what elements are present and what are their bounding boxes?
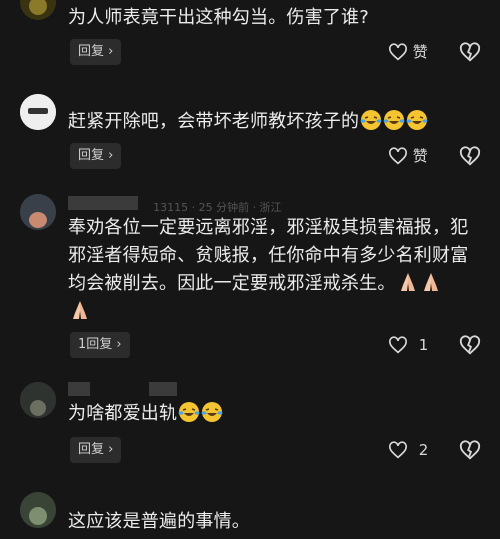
laughing-crying-emoji [178,402,200,422]
reply-label: 1回复 [78,337,113,352]
heart-outline-icon [389,336,407,354]
comment-item: 为啥都爱出轨 回复 › 2 [0,378,500,478]
reply-label: 回复 [78,148,105,163]
comment-body: 赶紧开除吧，会带坏老师教坏孩子的 [68,111,360,132]
like-button[interactable]: 赞 [388,40,428,64]
comment-text: 赶紧开除吧，会带坏老师教坏孩子的 [68,108,473,136]
comment-body: 为啥都爱出轨 [68,403,178,424]
heart-outline-icon [389,441,407,459]
laughing-crying-emoji [406,110,428,130]
avatar-image-icon [20,94,56,130]
comment-item: 这应该是普遍的事情。 [0,492,500,539]
avatar[interactable] [20,382,56,418]
like-count: 1 [418,336,429,354]
avatar-image-icon [20,382,56,418]
avatar[interactable] [20,0,56,20]
like-label: 赞 [412,43,428,61]
comment-text: 奉劝各位一定要远离邪淫，邪淫极其损害福报，犯 邪淫者得短命、贫贱报，任你命中有多… [68,214,473,326]
praying-hands-emoji [423,273,438,291]
reply-label: 回复 [78,44,105,59]
comment-line: 奉劝各位一定要远离邪淫，邪淫极其损害福报，犯 [68,217,469,238]
like-button[interactable]: 2 [388,438,428,462]
comment-body: 这应该是普遍的事情。 [68,511,250,532]
like-button[interactable]: 赞 [388,144,428,168]
comment-line: 邪淫者得短命、贫贱报，任你命中有多少名利财富 [68,245,469,266]
comment-item: 赶紧开除吧，会带坏老师教坏孩子的 回复 › 赞 [0,92,500,182]
reply-button[interactable]: 回复 › [70,437,122,463]
broken-heart-icon[interactable] [459,334,481,356]
chevron-right-icon: › [116,337,122,352]
avatar[interactable] [20,94,56,130]
laughing-crying-emoji [383,110,405,130]
praying-hands-emoji [73,301,87,319]
avatar-image-icon [20,0,56,20]
broken-heart-icon[interactable] [459,145,481,167]
comment-text: 这应该是普遍的事情。 [68,508,473,536]
broken-heart-icon[interactable] [459,439,481,461]
comment-body: 为人师表竟干出这种勾当。伤害了谁? [68,7,369,28]
comment-meta-text: 13115 · 25 分钟前 · 浙江 [153,201,282,214]
comment-line [68,298,473,326]
avatar-image-icon [20,492,56,528]
praying-hands-emoji [400,273,415,291]
laughing-crying-emoji [201,402,223,422]
chevron-right-icon: › [108,442,114,457]
comment-meta [68,382,187,396]
chevron-right-icon: › [108,44,114,59]
broken-heart-icon[interactable] [459,41,481,63]
comment-text: 为啥都爱出轨 [68,400,473,428]
comment-text: 为人师表竟干出这种勾当。伤害了谁? [68,4,473,32]
reply-button[interactable]: 1回复 › [70,332,130,358]
avatar[interactable] [20,194,56,230]
reply-button[interactable]: 回复 › [70,39,122,65]
comment-line-text: 均会被削去。因此一定要戒邪淫戒杀生。 [68,273,396,294]
avatar[interactable] [20,492,56,528]
comment-item: 13115 · 25 分钟前 · 浙江 奉劝各位一定要远离邪淫，邪淫极其损害福报… [0,190,500,370]
chevron-right-icon: › [108,148,114,163]
reply-label: 回复 [78,442,105,457]
like-label: 赞 [412,147,428,165]
comment-meta: 13115 · 25 分钟前 · 浙江 [68,196,282,214]
avatar-image-icon [20,194,56,230]
redacted-username [68,196,138,210]
redacted-meta [149,382,178,396]
comment-line: 均会被削去。因此一定要戒邪淫戒杀生。 [68,270,473,298]
heart-outline-icon [389,43,407,61]
reply-button[interactable]: 回复 › [70,143,122,169]
redacted-username [68,382,90,396]
comment-item: 为人师表竟干出这种勾当。伤害了谁? 回复 › 赞 [0,0,500,70]
heart-outline-icon [389,147,407,165]
like-count: 2 [418,441,429,459]
laughing-crying-emoji [360,110,382,130]
like-button[interactable]: 1 [388,333,428,357]
